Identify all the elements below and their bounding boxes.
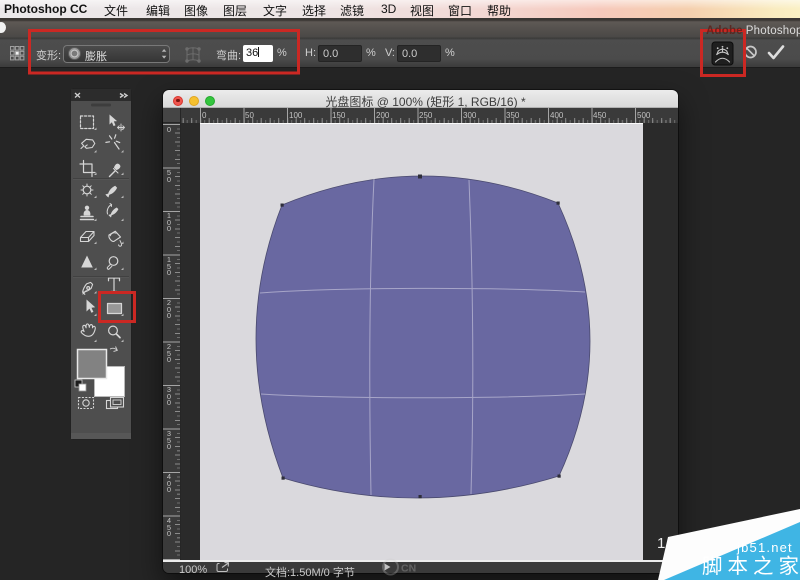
svg-text:1: 1 (657, 535, 665, 552)
svg-text:脚本之家: 脚本之家 (702, 555, 800, 578)
svg-text:CN: CN (401, 563, 416, 575)
svg-text:jb51.net: jb51.net (736, 540, 793, 555)
svg-text:AdobePhotoshop: AdobePhotoshop (706, 25, 800, 37)
